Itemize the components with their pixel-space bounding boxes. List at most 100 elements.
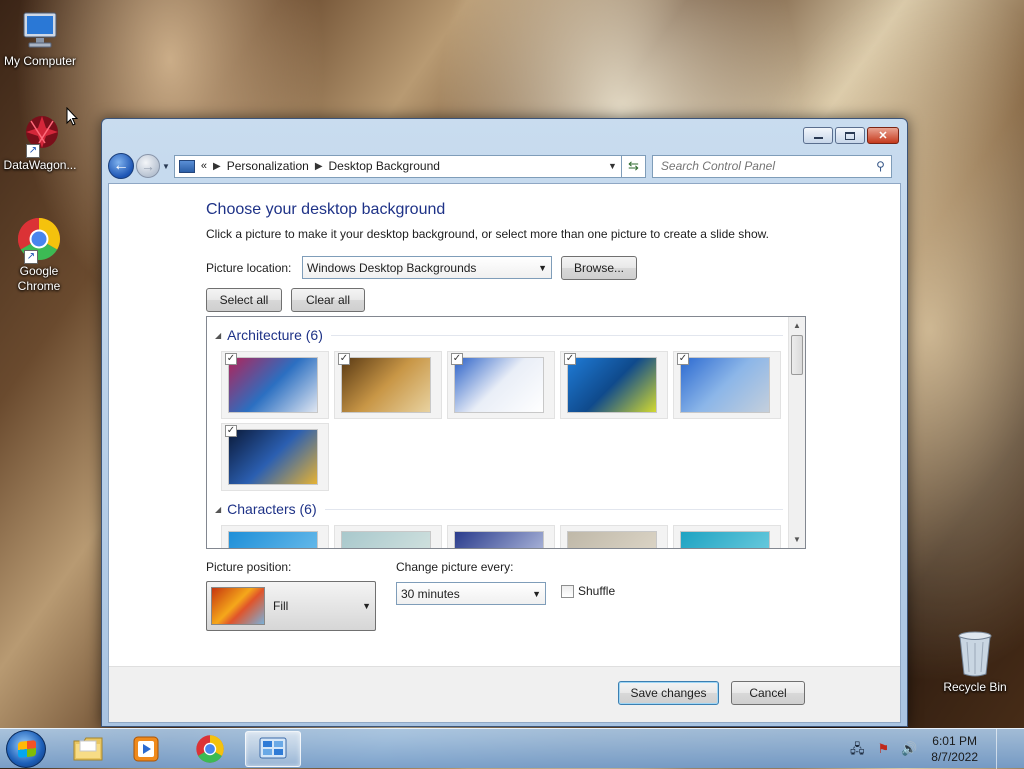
wallpaper-thumbnail[interactable]: ✓ (221, 351, 329, 419)
refresh-icon: ⇆ (627, 158, 639, 173)
picture-position-select[interactable]: Fill ▼ (206, 581, 376, 631)
change-every-label: Change picture every: (396, 560, 514, 574)
folder-icon (73, 737, 103, 761)
wallpaper-preview-image (341, 357, 431, 413)
desktop-icon-label: DataWagon... (3, 158, 77, 172)
search-icon[interactable]: ⚲ (876, 159, 885, 173)
close-button[interactable]: ✕ (867, 127, 899, 144)
datawagon-icon: ↗ (18, 112, 62, 158)
content-pane: Choose your desktop background Click a p… (108, 183, 901, 723)
desktop-icon-label: My Computer (3, 54, 77, 68)
save-changes-button[interactable]: Save changes (618, 681, 719, 705)
back-arrow-icon: ← (113, 157, 129, 174)
wallpaper-thumbnail[interactable]: ✓ (334, 351, 442, 419)
recent-pages-dropdown[interactable]: ▼ (162, 162, 170, 171)
chrome-icon (196, 735, 224, 763)
network-icon[interactable]: 🖧 (849, 741, 865, 757)
control-panel-icon (178, 159, 195, 173)
search-input[interactable] (658, 158, 859, 174)
wallpaper-preview-image (454, 531, 544, 548)
overflow-chevron-icon[interactable]: « (201, 160, 207, 172)
select-all-button[interactable]: Select all (206, 288, 282, 312)
group-name: Architecture (6) (227, 327, 323, 343)
forward-button[interactable]: → (136, 154, 160, 178)
change-every-select[interactable]: 30 minutes ▼ (396, 582, 546, 605)
chrome-icon: ↗ (16, 216, 62, 264)
chevron-down-icon: ▼ (532, 588, 541, 599)
taskbar-app-explorer[interactable] (60, 731, 116, 767)
refresh-button[interactable]: ⇆ (621, 154, 646, 178)
wallpaper-thumbnail[interactable]: ✓ (221, 423, 329, 491)
collapse-triangle-icon[interactable]: ◢ (215, 331, 221, 340)
wallpaper-preview-image (228, 357, 318, 413)
cancel-button[interactable]: Cancel (731, 681, 805, 705)
collapse-triangle-icon[interactable]: ◢ (215, 505, 221, 514)
picture-location-value: Windows Desktop Backgrounds (307, 260, 477, 275)
shuffle-option[interactable]: Shuffle (561, 584, 615, 598)
thumbnail-checkbox[interactable]: ✓ (451, 353, 463, 365)
taskbar-app-control-panel[interactable] (245, 731, 301, 767)
wallpaper-thumbnail[interactable]: ✓ (560, 351, 668, 419)
picture-location-select[interactable]: Windows Desktop Backgrounds ▼ (302, 256, 552, 279)
clear-all-button[interactable]: Clear all (291, 288, 365, 312)
wallpaper-thumbnail[interactable] (447, 525, 555, 548)
forward-arrow-icon: → (141, 158, 155, 174)
control-panel-icon (259, 737, 287, 759)
breadcrumb-separator-icon: ▶ (213, 160, 221, 172)
wallpaper-thumbnail[interactable] (334, 525, 442, 548)
action-center-flag-icon[interactable]: ⚑ (875, 741, 891, 757)
change-every-value: 30 minutes (401, 586, 460, 601)
shuffle-checkbox[interactable] (561, 584, 574, 598)
address-dropdown-icon[interactable]: ▼ (608, 161, 617, 171)
scroll-down-icon[interactable]: ▼ (789, 531, 805, 548)
desktop-icon-google-chrome[interactable]: ↗ Google Chrome (0, 216, 78, 294)
scroll-up-icon[interactable]: ▲ (789, 317, 805, 334)
taskbar-app-chrome[interactable] (182, 731, 238, 767)
wallpaper-thumbnail[interactable]: ✓ (447, 351, 555, 419)
wallpaper-preview-image (454, 357, 544, 413)
thumbnail-checkbox[interactable]: ✓ (564, 353, 576, 365)
computer-icon (18, 10, 62, 52)
chevron-down-icon: ▼ (538, 262, 547, 273)
clock[interactable]: 6:01 PM 8/7/2022 (927, 733, 982, 765)
desktop-icon-my-computer[interactable]: My Computer (0, 10, 80, 68)
wallpaper-preview-image (680, 531, 770, 548)
thumbnail-checkbox[interactable]: ✓ (225, 425, 237, 437)
scrollbar-thumb[interactable] (791, 335, 803, 375)
thumbnail-checkbox[interactable]: ✓ (677, 353, 689, 365)
desktop-icon-label: Recycle Bin (943, 680, 1007, 694)
minimize-button[interactable] (803, 127, 833, 144)
caption-buttons: ✕ (803, 127, 899, 144)
page-description: Click a picture to make it your desktop … (206, 227, 769, 241)
wallpaper-thumbnail[interactable] (221, 525, 329, 548)
recycle-bin-icon (955, 630, 995, 678)
desktop-icon-recycle-bin[interactable]: Recycle Bin (935, 630, 1015, 694)
minimize-icon (813, 136, 823, 139)
picture-position-label: Picture position: (206, 560, 292, 574)
browse-button[interactable]: Browse... (561, 256, 637, 280)
wallpaper-preview-image (680, 357, 770, 413)
picture-location-label: Picture location: (206, 261, 292, 275)
taskbar: 🖧 ⚑ 🔊 6:01 PM 8/7/2022 (0, 728, 1024, 769)
back-button[interactable]: ← (108, 153, 134, 179)
show-desktop-button[interactable] (996, 729, 1010, 769)
thumbnail-checkbox[interactable]: ✓ (338, 353, 350, 365)
wallpaper-thumbnail[interactable]: ✓ (673, 351, 781, 419)
group-header-characters[interactable]: ◢ Characters (6) (215, 501, 783, 517)
taskbar-app-media-player[interactable] (118, 731, 174, 767)
thumbnail-checkbox[interactable]: ✓ (225, 353, 237, 365)
clock-time: 6:01 PM (932, 734, 977, 748)
group-header-architecture[interactable]: ◢ Architecture (6) (215, 327, 783, 343)
address-bar[interactable]: « ▶ Personalization ▶ Desktop Background… (173, 154, 622, 178)
chevron-down-icon: ▼ (362, 601, 371, 611)
wallpaper-thumbnail[interactable] (673, 525, 781, 548)
volume-icon[interactable]: 🔊 (901, 741, 917, 757)
maximize-button[interactable] (835, 127, 865, 144)
start-button[interactable] (6, 730, 46, 768)
picture-position-value: Fill (273, 599, 289, 613)
breadcrumb-desktop-background[interactable]: Desktop Background (329, 159, 440, 173)
breadcrumb-personalization[interactable]: Personalization (227, 159, 309, 173)
gallery-scrollbar[interactable]: ▲ ▼ (788, 317, 805, 548)
wallpaper-thumbnail[interactable] (560, 525, 668, 548)
search-box[interactable]: ⚲ (651, 154, 892, 178)
